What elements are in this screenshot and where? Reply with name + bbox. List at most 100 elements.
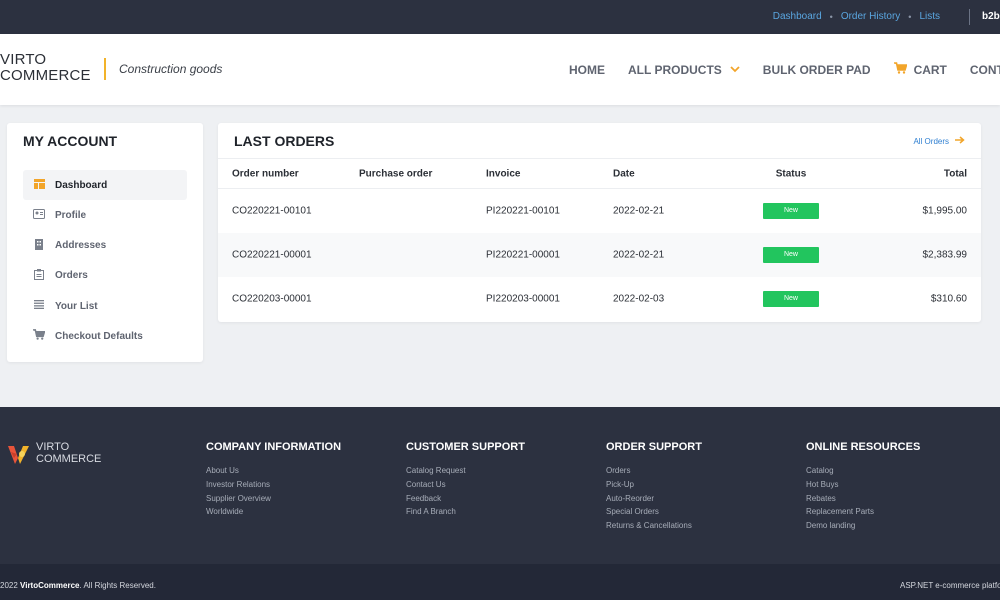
footer-column-online-resources: ONLINE RESOURCES Catalog Hot Buys Rebate… (806, 441, 920, 533)
logo-line-1: VIRTO (0, 51, 47, 68)
footer-link[interactable]: About Us (206, 464, 341, 478)
all-orders-label: All Orders (913, 136, 949, 146)
logo-line-2: COMMERCE (0, 67, 91, 84)
nav-cart-label: CART (913, 62, 947, 77)
footer-link[interactable]: Worldwide (206, 505, 341, 519)
nav-all-products-label: ALL PRODUCTS (628, 62, 722, 77)
footer-link[interactable]: Demo landing (806, 519, 920, 533)
building-icon (32, 238, 46, 253)
sidebar-title: MY ACCOUNT (23, 133, 118, 149)
sidebar-item-orders[interactable]: Orders (23, 261, 187, 291)
panel-title: LAST ORDERS (234, 133, 335, 149)
sidebar-item-your-list[interactable]: Your List (23, 291, 187, 321)
footer-link[interactable]: Auto-Reorder (606, 492, 702, 506)
list-icon (32, 300, 46, 312)
footer-link[interactable]: Orders (606, 464, 702, 478)
cart-icon (893, 62, 908, 77)
site-footer: VIRTO COMMERCE COMPANY INFORMATION About… (0, 407, 1000, 564)
nav-contact-label: CONTACT US (969, 62, 1000, 77)
sidebar-item-label: Addresses (55, 240, 107, 252)
footer-column-order-support: ORDER SUPPORT Orders Pick-Up Auto-Reorde… (606, 441, 702, 533)
sidebar-item-checkout-defaults[interactable]: Checkout Defaults (23, 321, 187, 351)
footer-link[interactable]: Contact Us (406, 478, 525, 492)
order-date: 2022-02-21 (613, 205, 665, 217)
column-header[interactable]: Date (613, 168, 635, 179)
table-row[interactable]: CO220221-00101 PI220221-00101 2022-02-21… (218, 189, 981, 233)
clipboard-icon (32, 268, 46, 283)
order-total: $1,995.00 (922, 205, 968, 217)
footer-link[interactable]: Rebates (806, 492, 920, 506)
copyright-year: 2022 (0, 581, 18, 590)
footer-link[interactable]: Replacement Parts (806, 505, 920, 519)
order-number[interactable]: CO220221-00001 (232, 250, 312, 261)
copyright-text: 2022 VirtoCommerce. All Rights Reserved. (0, 581, 156, 590)
nav-home-label: HOME (569, 62, 605, 77)
column-header[interactable]: Purchase order (359, 168, 432, 179)
invoice-number: PI220221-00101 (486, 205, 560, 217)
nav-bulk-label: BULK ORDER PAD (762, 62, 871, 77)
sidebar-item-dashboard[interactable]: Dashboard (23, 170, 187, 200)
copyright-rest: . All Rights Reserved. (79, 581, 156, 590)
column-header[interactable]: Total (944, 168, 967, 179)
footer-column-title: ONLINE RESOURCES (806, 441, 921, 453)
order-date: 2022-02-03 (613, 293, 665, 305)
table-row[interactable]: CO220203-00001 PI220203-00001 2022-02-03… (218, 277, 981, 321)
footer-link[interactable]: Find A Branch (406, 505, 525, 519)
nav-home[interactable]: HOME (569, 62, 605, 77)
column-header[interactable]: Status (763, 168, 819, 179)
nav-contact-us[interactable]: CONTACT US (970, 62, 1000, 77)
footer-link[interactable]: Special Orders (606, 505, 702, 519)
top-link-order-history[interactable]: Order History (841, 11, 900, 22)
site-header: VIRTO COMMERCE Construction goods HOME A… (0, 34, 1000, 105)
top-utility-bar: Dashboard • Order History • Lists b2b (0, 0, 1000, 34)
status-badge: New (763, 291, 819, 307)
sidebar-item-profile[interactable]: Profile (23, 200, 187, 230)
cart-icon (32, 329, 46, 343)
table-header-row: Order number Purchase order Invoice Date… (218, 158, 981, 189)
user-account-menu[interactable]: b2b (982, 11, 1000, 22)
dashboard-icon (32, 178, 46, 192)
topbar-divider (969, 9, 970, 25)
sidebar-item-label: Your List (55, 300, 98, 312)
footer-logo-line-1: VIRTO (36, 441, 70, 453)
footer-link[interactable]: Hot Buys (806, 478, 920, 492)
status-cell: New (763, 291, 819, 307)
sidebar-item-addresses[interactable]: Addresses (23, 231, 187, 261)
status-cell: New (763, 247, 819, 263)
footer-link[interactable]: Investor Relations (206, 478, 341, 492)
footer-link[interactable]: Pick-Up (606, 478, 702, 492)
footer-logo[interactable]: VIRTO COMMERCE (6, 440, 101, 466)
invoice-number: PI220203-00001 (486, 293, 560, 305)
column-header[interactable]: Order number (232, 168, 299, 179)
top-links: Dashboard • Order History • Lists (773, 11, 940, 22)
copyright-brand: VirtoCommerce (20, 581, 80, 590)
table-row[interactable]: CO220221-00001 PI220221-00001 2022-02-21… (218, 233, 981, 277)
sidebar-item-label: Profile (55, 209, 87, 221)
all-orders-link[interactable]: All Orders (913, 135, 965, 147)
chevron-down-icon (730, 64, 740, 76)
footer-bottom-bar: 2022 VirtoCommerce. All Rights Reserved.… (0, 564, 1000, 600)
top-link-dashboard[interactable]: Dashboard (773, 11, 822, 22)
platform-credit[interactable]: ASP.NET e-commerce platform (900, 581, 1000, 590)
nav-bulk-order-pad[interactable]: BULK ORDER PAD (763, 62, 871, 77)
footer-link[interactable]: Catalog Request (406, 464, 525, 478)
logo-divider (104, 58, 106, 80)
order-date: 2022-02-21 (613, 249, 665, 261)
order-number[interactable]: CO220221-00101 (232, 206, 312, 217)
footer-column-title: ORDER SUPPORT (606, 441, 702, 453)
top-link-lists[interactable]: Lists (919, 11, 940, 22)
footer-link[interactable]: Catalog (806, 464, 920, 478)
footer-link[interactable]: Feedback (406, 492, 525, 506)
footer-link[interactable]: Returns & Cancellations (606, 519, 702, 533)
column-header[interactable]: Invoice (486, 168, 520, 179)
footer-link[interactable]: Supplier Overview (206, 492, 341, 506)
orders-table: Order number Purchase order Invoice Date… (218, 158, 981, 321)
sidebar-item-label: Dashboard (55, 179, 108, 191)
store-tagline: Construction goods (119, 62, 223, 76)
nav-cart[interactable]: CART (893, 62, 947, 77)
site-logo[interactable]: VIRTO COMMERCE (0, 52, 91, 84)
order-number[interactable]: CO220203-00001 (232, 294, 312, 305)
nav-all-products[interactable]: ALL PRODUCTS (628, 62, 740, 77)
footer-column-title: COMPANY INFORMATION (206, 441, 342, 453)
status-cell: New (763, 203, 819, 219)
